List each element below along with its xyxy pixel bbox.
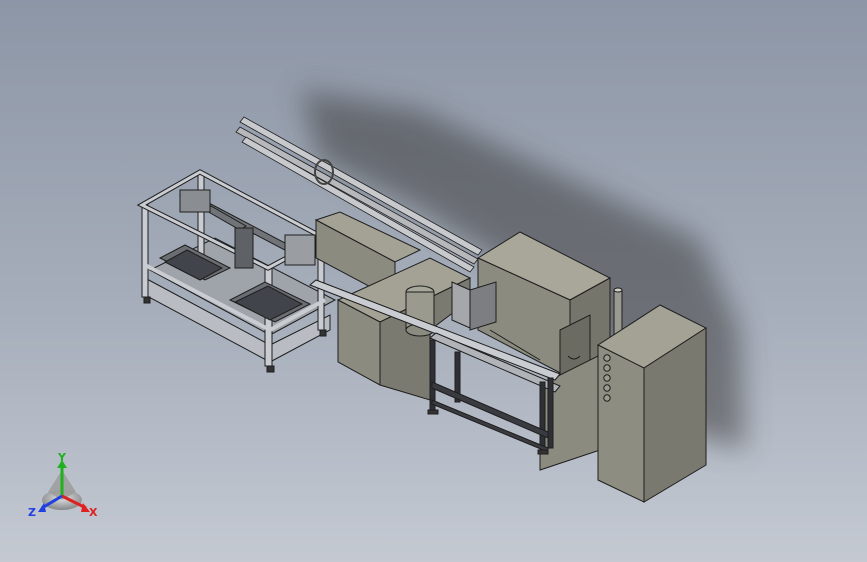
assembly-frame-unit[interactable] bbox=[136, 169, 337, 373]
control-cabinet[interactable] bbox=[596, 304, 708, 503]
y-axis-label: Y bbox=[57, 451, 67, 464]
z-axis-label: Z bbox=[28, 506, 36, 519]
graphics-viewport[interactable]: Y X Z bbox=[0, 0, 867, 562]
x-axis-label: X bbox=[89, 506, 98, 519]
3d-model-scene[interactable]: Y X Z bbox=[0, 0, 867, 562]
view-orientation-triad[interactable]: Y X Z bbox=[28, 451, 98, 519]
